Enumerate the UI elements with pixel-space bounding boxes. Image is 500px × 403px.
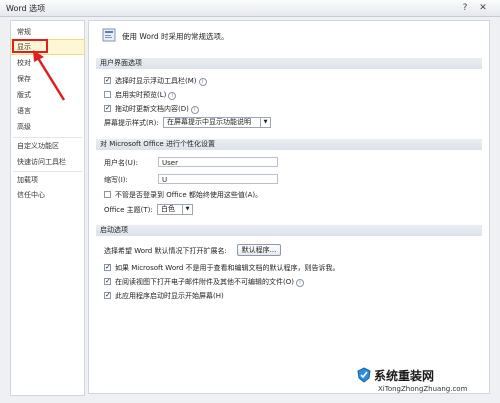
username-label: 用户名(U): — [104, 159, 138, 167]
ui-options-header: 用户界面选项 — [96, 58, 482, 69]
close-button[interactable]: ✕ — [477, 2, 489, 14]
watermark-url: XiTongZhongZhuang.com — [378, 385, 468, 393]
option-start-screen[interactable]: 此应用程序启动时显示开始屏幕(H) — [104, 290, 224, 301]
site-watermark: 系统重装网 XiTongZhongZhuang.com — [356, 365, 496, 399]
chevron-down-icon: ▼ — [182, 205, 192, 214]
options-sidebar: 常规 显示 校对 保存 版式 语言 高级 自定义功能区 快速访问工具栏 加载项 … — [10, 20, 85, 396]
startup-header: 启动选项 — [96, 225, 482, 236]
start-screen-checkbox[interactable] — [104, 290, 111, 300]
shield-logo-icon — [357, 367, 371, 383]
word-options-dialog: Word 选项 ? ✕ 常规 显示 校对 保存 版式 语言 高级 自定义功能区 … — [0, 0, 500, 403]
sidebar-item-addins[interactable]: 加载项 — [11, 173, 84, 187]
info-icon[interactable]: i — [190, 106, 199, 114]
option-live-preview[interactable]: 启用实时预览(L) i — [104, 90, 177, 100]
live-preview-checkbox[interactable] — [104, 91, 111, 98]
always-use-label: 不管是否登录到 Office 都始终使用这些值(A)。 — [115, 191, 263, 199]
sidebar-item-language[interactable]: 语言 — [11, 104, 84, 118]
option-default-program-notify[interactable]: 如果 Microsoft Word 不是用于查看和编辑文档的默认程序，则告诉我。 — [104, 262, 340, 273]
sidebar-item-save[interactable]: 保存 — [11, 72, 84, 86]
drag-update-label: 拖动时更新文档内容(D) — [115, 105, 189, 113]
options-page-icon — [102, 28, 116, 42]
info-icon[interactable]: i — [295, 279, 304, 287]
default-programs-button[interactable]: 默认程序... — [237, 244, 281, 256]
personalize-header: 对 Microsoft Office 进行个性化设置 — [96, 139, 482, 150]
default-program-checkbox[interactable] — [104, 262, 111, 272]
mini-toolbar-checkbox[interactable] — [104, 75, 111, 85]
office-theme-select[interactable]: 白色 ▼ — [157, 204, 193, 215]
sidebar-item-general[interactable]: 常规 — [11, 25, 84, 39]
default-extension-label: 选择希望 Word 默认情况下打开扩展名: — [104, 247, 227, 255]
always-use-checkbox[interactable] — [104, 191, 111, 198]
sidebar-item-advanced[interactable]: 高级 — [11, 120, 84, 134]
sidebar-item-layout[interactable]: 版式 — [11, 88, 84, 102]
screentip-style-label: 屏幕提示样式(R): — [104, 119, 159, 127]
sidebar-divider — [13, 171, 82, 172]
mini-toolbar-label: 选择时显示浮动工具栏(M) — [115, 77, 197, 85]
sidebar-divider — [13, 137, 82, 138]
option-always-use[interactable]: 不管是否登录到 Office 都始终使用这些值(A)。 — [104, 190, 262, 200]
initials-label: 缩写(I): — [104, 176, 128, 184]
screentip-style-value: 在屏幕提示中显示功能说明 — [167, 118, 251, 126]
drag-update-checkbox[interactable] — [104, 103, 111, 113]
reading-view-checkbox[interactable] — [104, 276, 111, 286]
sidebar-item-trust-center[interactable]: 信任中心 — [11, 188, 84, 202]
office-theme-label: Office 主题(T): — [104, 206, 153, 214]
watermark-text: 系统重装网 — [374, 369, 435, 383]
option-drag-update[interactable]: 拖动时更新文档内容(D)i — [104, 103, 199, 114]
sidebar-item-customize-ribbon[interactable]: 自定义功能区 — [11, 139, 84, 153]
reading-view-label: 在阅读视图下打开电子邮件附件及其他不可编辑的文件(O) — [115, 278, 294, 286]
highlight-box — [12, 39, 48, 53]
option-mini-toolbar[interactable]: 选择时显示浮动工具栏(M)i — [104, 75, 207, 86]
info-icon[interactable]: i — [168, 92, 177, 100]
sidebar-item-proofing[interactable]: 校对 — [11, 56, 84, 70]
option-reading-view[interactable]: 在阅读视图下打开电子邮件附件及其他不可编辑的文件(O)i — [104, 276, 304, 287]
screentip-style-select[interactable]: 在屏幕提示中显示功能说明 ▼ — [163, 117, 271, 128]
help-button[interactable]: ? — [459, 2, 471, 14]
office-theme-value: 白色 — [161, 205, 175, 213]
intro-text: 使用 Word 时采用的常规选项。 — [122, 32, 229, 41]
username-input[interactable]: User — [158, 157, 278, 167]
default-program-label: 如果 Microsoft Word 不是用于查看和编辑文档的默认程序，则告诉我。 — [115, 264, 340, 272]
start-screen-label: 此应用程序启动时显示开始屏幕(H) — [115, 292, 224, 300]
window-title: Word 选项 — [6, 4, 46, 13]
sidebar-item-quick-access[interactable]: 快速访问工具栏 — [11, 155, 84, 169]
title-bar: Word 选项 ? ✕ — [0, 0, 500, 17]
initials-input[interactable]: U — [158, 174, 278, 184]
live-preview-label: 启用实时预览(L) — [115, 91, 167, 99]
info-icon[interactable]: i — [198, 78, 207, 86]
chevron-down-icon: ▼ — [260, 118, 270, 127]
